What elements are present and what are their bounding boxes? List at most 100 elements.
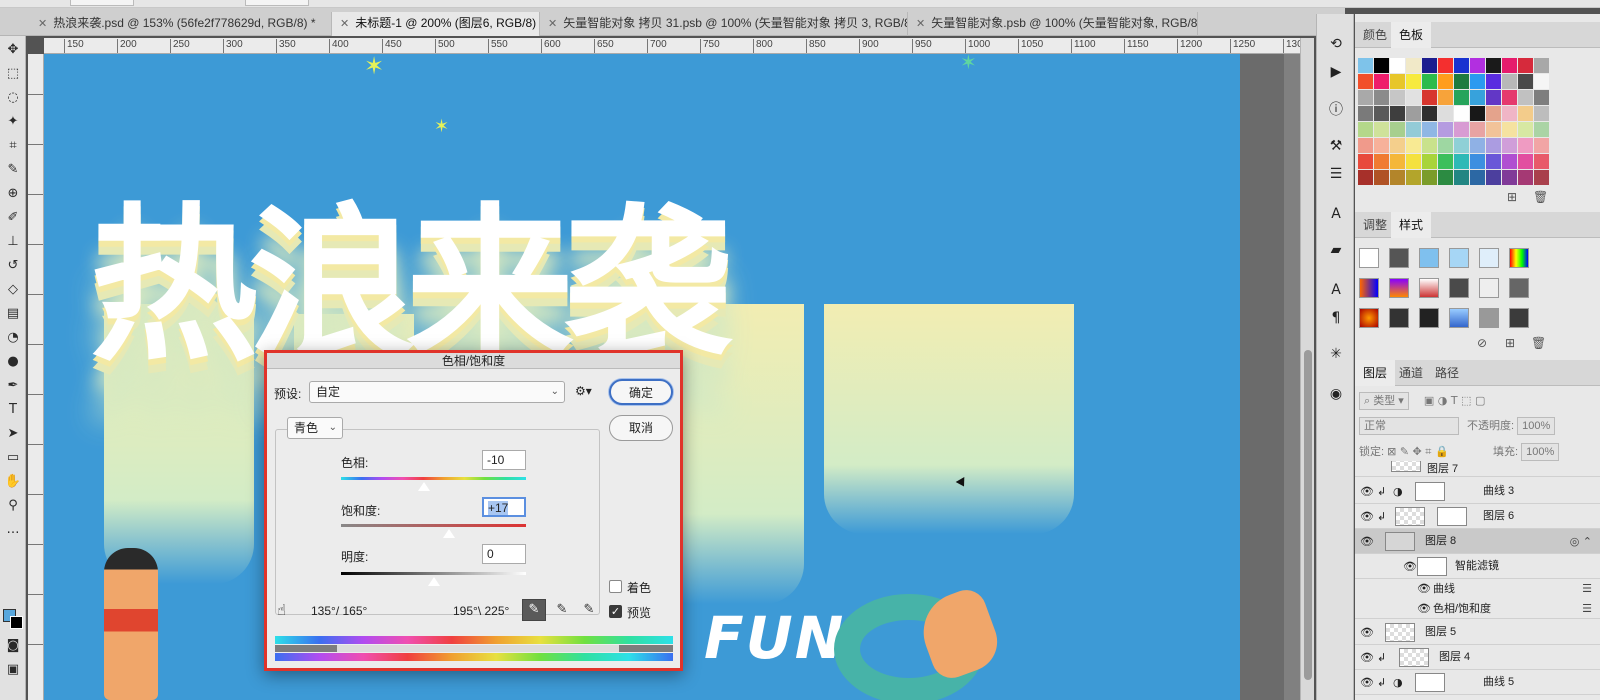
color-swatch[interactable] <box>1486 154 1501 169</box>
color-swatch[interactable] <box>1486 58 1501 73</box>
canvas-scrollbar[interactable] <box>1300 38 1314 700</box>
shape-tool-icon[interactable]: ▭ <box>3 448 23 468</box>
color-swatch[interactable] <box>1454 122 1469 137</box>
visibility-eye-icon[interactable]: 👁 <box>1360 504 1374 529</box>
color-swatch[interactable] <box>1534 138 1549 153</box>
color-swatch[interactable] <box>1454 58 1469 73</box>
color-swatch[interactable] <box>1486 106 1501 121</box>
saturation-slider-thumb[interactable] <box>443 529 455 538</box>
info-icon[interactable]: ⓘ <box>1326 100 1346 120</box>
color-swatch[interactable] <box>1534 170 1549 185</box>
history-brush-icon[interactable]: ↺ <box>3 256 23 276</box>
folder-icon[interactable]: ▰ <box>1326 240 1346 260</box>
hue-slider-track[interactable] <box>341 477 526 480</box>
hand-adjust-icon[interactable]: ☝ <box>277 601 286 619</box>
close-icon[interactable]: ✕ <box>548 18 557 30</box>
style-swatch[interactable] <box>1509 308 1529 328</box>
cancel-button[interactable]: 取消 <box>609 415 673 441</box>
color-swatch[interactable] <box>1438 58 1453 73</box>
document-tab[interactable]: ✕ 矢量智能对象.psb @ 100% (矢量智能对象, RGB/8) <box>908 12 1198 36</box>
color-swatch[interactable] <box>1438 138 1453 153</box>
tab-layers[interactable]: 图层 <box>1355 360 1396 386</box>
color-swatch[interactable] <box>1374 90 1389 105</box>
eraser-tool-icon[interactable]: ◇ <box>3 280 23 300</box>
color-swatch[interactable] <box>1390 106 1405 121</box>
color-swatch[interactable] <box>1422 138 1437 153</box>
color-swatch[interactable] <box>1502 106 1517 121</box>
color-swatch[interactable] <box>1422 74 1437 89</box>
visibility-eye-icon[interactable]: 👁 <box>1360 645 1374 670</box>
pen-tool-icon[interactable]: ✒ <box>3 376 23 396</box>
filter-options-icon[interactable]: ☰ <box>1582 579 1592 599</box>
hue-slider-thumb[interactable] <box>418 482 430 491</box>
color-swatch[interactable] <box>1470 154 1485 169</box>
color-swatch[interactable] <box>1502 90 1517 105</box>
zoom-tool-icon[interactable]: ⚲ <box>3 496 23 516</box>
light-icon[interactable]: ✳ <box>1326 344 1346 364</box>
color-swatch[interactable] <box>1502 122 1517 137</box>
color-swatch[interactable] <box>1518 90 1533 105</box>
color-swatch[interactable] <box>1374 138 1389 153</box>
color-swatch[interactable] <box>1406 106 1421 121</box>
style-swatch[interactable] <box>1359 308 1379 328</box>
style-swatch[interactable] <box>1479 248 1499 268</box>
range-selector[interactable] <box>275 645 673 652</box>
saturation-input[interactable]: +17 <box>482 497 526 517</box>
color-swatch[interactable] <box>1390 74 1405 89</box>
color-swatch[interactable] <box>1390 154 1405 169</box>
color-swatch[interactable] <box>1454 74 1469 89</box>
healing-brush-icon[interactable]: ⊕ <box>3 184 23 204</box>
close-icon[interactable]: ✕ <box>340 18 349 30</box>
color-swatch[interactable] <box>1470 58 1485 73</box>
character-icon[interactable]: A <box>1326 204 1346 224</box>
color-swatch[interactable] <box>1374 58 1389 73</box>
color-swatch[interactable] <box>1454 154 1469 169</box>
style-swatch[interactable] <box>1479 308 1499 328</box>
gradient-tool-icon[interactable]: ▤ <box>3 304 23 324</box>
delete-icon[interactable]: 🗑 <box>1533 190 1548 204</box>
hue-input[interactable]: -10 <box>482 450 526 470</box>
color-swatch[interactable] <box>1454 90 1469 105</box>
color-swatch[interactable] <box>1358 170 1373 185</box>
style-swatch[interactable] <box>1509 248 1529 268</box>
ok-button[interactable]: 确定 <box>609 379 673 405</box>
color-swatch[interactable] <box>1390 90 1405 105</box>
style-swatch[interactable] <box>1389 278 1409 298</box>
path-select-icon[interactable]: ➤ <box>3 424 23 444</box>
more-tools-icon[interactable]: … <box>3 520 23 540</box>
color-swatch[interactable] <box>1438 90 1453 105</box>
style-none[interactable] <box>1359 248 1379 268</box>
visibility-eye-icon[interactable]: 👁 <box>1403 554 1417 579</box>
color-swatch[interactable] <box>1390 58 1405 73</box>
color-swatch[interactable] <box>1374 122 1389 137</box>
style-swatch[interactable] <box>1359 278 1379 298</box>
color-swatch[interactable] <box>1534 90 1549 105</box>
blend-mode-select[interactable]: 正常 <box>1359 416 1459 436</box>
close-icon[interactable]: ✕ <box>916 18 925 30</box>
color-swatch[interactable] <box>1486 74 1501 89</box>
color-swatch[interactable] <box>1534 74 1549 89</box>
smart-filter-row[interactable]: 👁 曲线 ☰ <box>1355 579 1600 599</box>
new-style-icon[interactable]: ⊞ <box>1505 336 1515 350</box>
brush-settings-icon[interactable]: ⚒ <box>1326 136 1346 156</box>
play-icon[interactable]: ▶ <box>1326 62 1346 82</box>
style-swatch[interactable] <box>1509 278 1529 298</box>
marquee-tool-icon[interactable]: ⬚ <box>3 64 23 84</box>
filter-options-icon[interactable]: ☰ <box>1582 599 1592 619</box>
color-swatch[interactable] <box>1438 122 1453 137</box>
color-swatch[interactable] <box>1454 138 1469 153</box>
color-swatch[interactable] <box>1486 122 1501 137</box>
style-swatch[interactable] <box>1389 248 1409 268</box>
opacity-control[interactable]: 不透明度: 100% <box>1467 416 1556 436</box>
smart-filter-row[interactable]: 👁 色相/饱和度 ☰ <box>1355 599 1600 619</box>
style-swatch[interactable] <box>1419 278 1439 298</box>
color-swatch[interactable] <box>1438 106 1453 121</box>
document-tab[interactable]: ✕ 矢量智能对象 拷贝 31.psb @ 100% (矢量智能对象 拷贝 3, R… <box>540 12 908 36</box>
color-swatch[interactable] <box>1406 90 1421 105</box>
character-style-icon[interactable]: A <box>1326 280 1346 300</box>
crop-tool-icon[interactable]: ⌗ <box>3 136 23 156</box>
channel-select[interactable]: 青色 ⌄ <box>287 417 343 439</box>
tab-channels[interactable]: 通道 <box>1391 360 1431 386</box>
color-swatch[interactable] <box>1454 106 1469 121</box>
color-swatch[interactable] <box>1406 138 1421 153</box>
